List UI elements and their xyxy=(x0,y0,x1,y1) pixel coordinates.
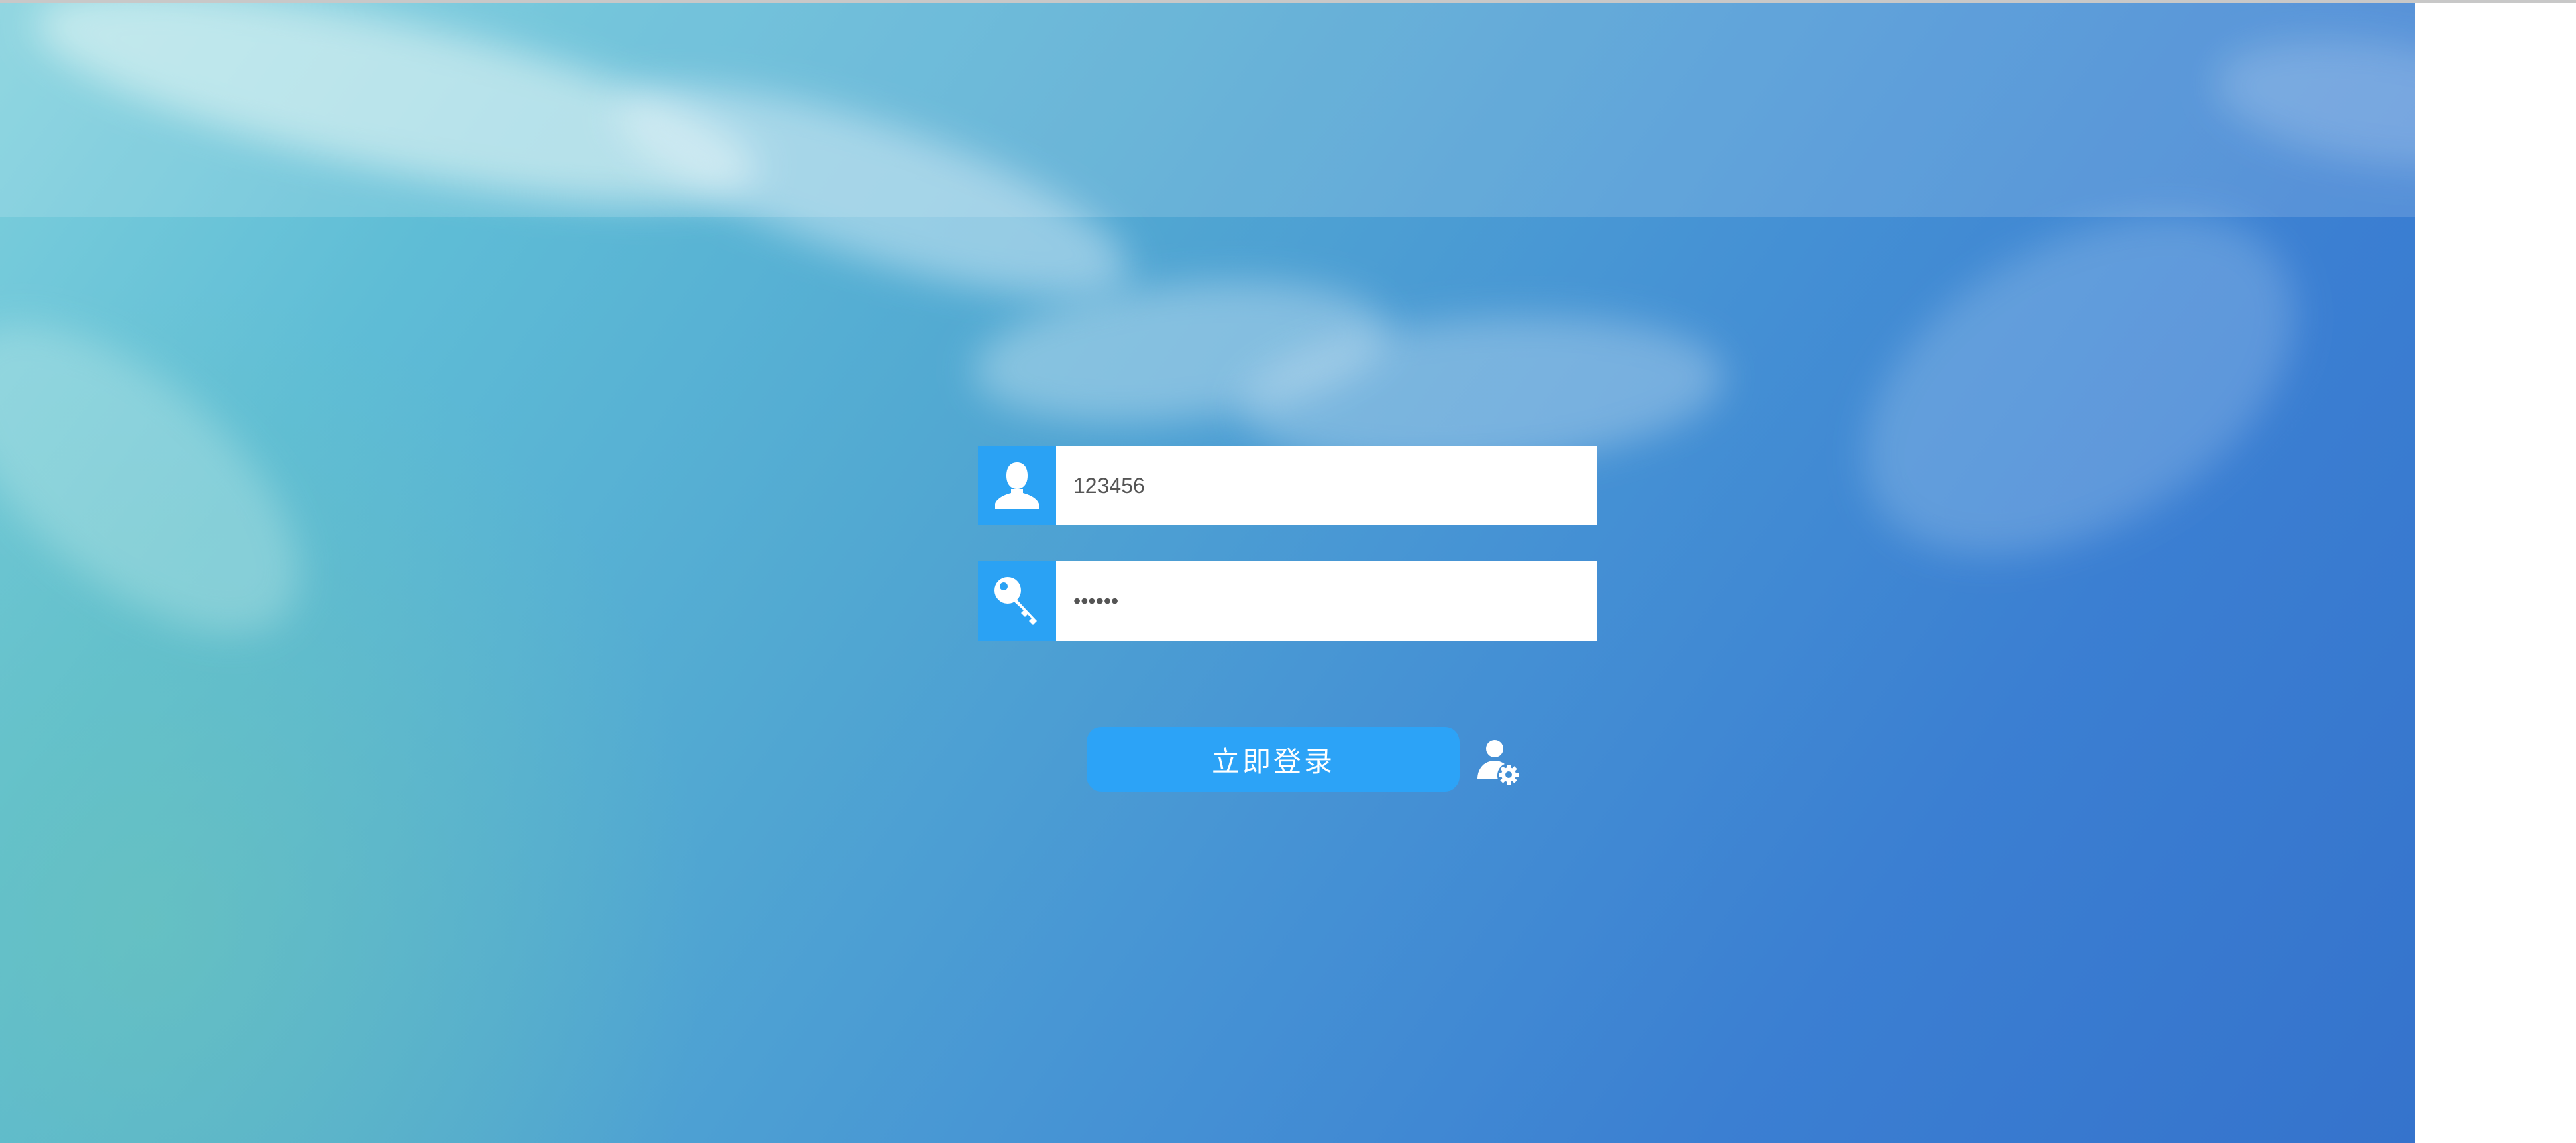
user-settings-icon[interactable] xyxy=(1474,738,1521,785)
key-icon xyxy=(978,561,1056,641)
form-actions: 立即登录 xyxy=(1087,727,1556,792)
password-input[interactable] xyxy=(1056,561,1597,641)
sky-cloud xyxy=(0,268,352,690)
username-input[interactable] xyxy=(1056,446,1597,525)
login-button[interactable]: 立即登录 xyxy=(1087,727,1460,792)
login-page-background: 立即登录 xyxy=(0,3,2415,1143)
user-icon xyxy=(978,446,1056,525)
username-row xyxy=(978,446,1597,525)
header-band xyxy=(0,3,2415,217)
password-row xyxy=(978,561,1597,641)
sky-cloud xyxy=(1805,146,2354,624)
browser-top-border xyxy=(0,0,2576,3)
